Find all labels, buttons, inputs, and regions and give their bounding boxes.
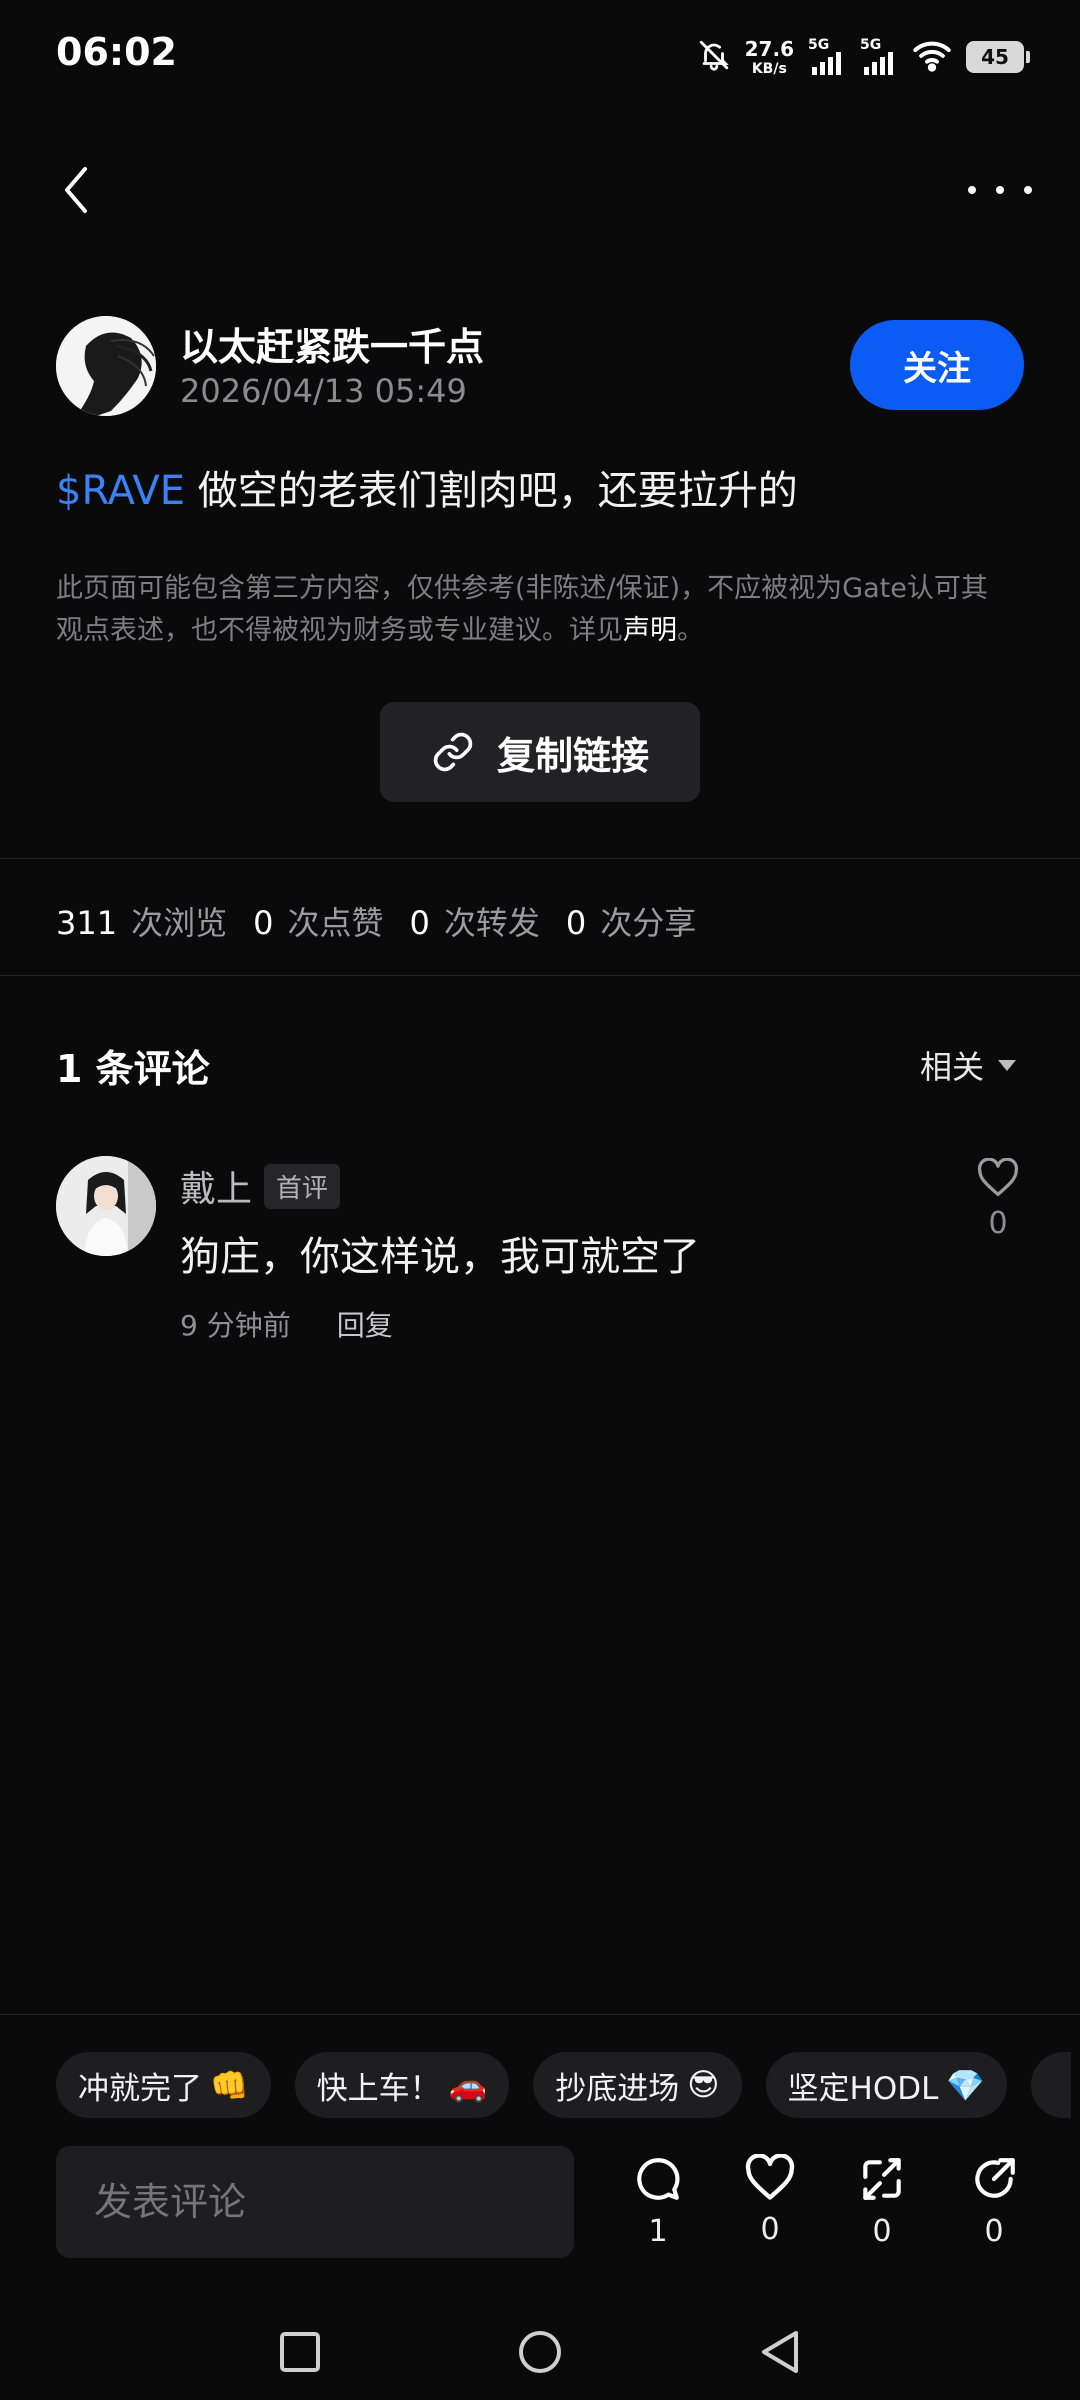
comments-title: 1 条评论 xyxy=(56,1047,210,1091)
reposts-count: 0 xyxy=(409,904,430,942)
share-action-button[interactable]: 0 xyxy=(964,2154,1024,2249)
comment-header: 戴上 首评 xyxy=(180,1160,341,1212)
system-navigation-bar xyxy=(0,2300,1080,2400)
follow-button[interactable]: 关注 xyxy=(850,320,1024,410)
nav-recents-icon xyxy=(280,2332,320,2372)
quick-reply-chip[interactable]: 快上车！ 🚗 xyxy=(294,2052,510,2118)
nav-home-button[interactable] xyxy=(510,2322,570,2382)
views-count: 311 xyxy=(56,904,118,942)
link-icon xyxy=(433,732,473,772)
sort-label: 相关 xyxy=(919,1048,984,1086)
signal-icon: 5G xyxy=(808,37,846,75)
nav-recents-button[interactable] xyxy=(270,2322,330,2382)
back-icon xyxy=(65,167,87,213)
repost-count: 0 xyxy=(872,2214,892,2249)
comment-like-button[interactable]: 0 xyxy=(976,1158,1020,1241)
comment-action-button[interactable]: 1 xyxy=(628,2154,688,2249)
wifi-icon xyxy=(912,38,952,76)
more-icon xyxy=(968,186,976,194)
back-button[interactable] xyxy=(52,160,100,220)
heart-icon xyxy=(745,2154,795,2200)
quick-reply-chip[interactable] xyxy=(1031,2052,1072,2118)
divider xyxy=(0,975,1080,976)
post-stats: 311 次浏览 0 次点赞 0 次转发 0 次分享 xyxy=(56,904,697,942)
battery-icon: 45 xyxy=(966,41,1030,73)
mute-bell-icon xyxy=(697,38,731,76)
quick-reply-chip[interactable]: 冲就完了 👊 xyxy=(56,2052,271,2118)
post-timestamp: 2026/04/13 05:49 xyxy=(180,372,467,410)
like-action-button[interactable]: 0 xyxy=(740,2154,800,2247)
comment-input[interactable] xyxy=(56,2146,574,2258)
reply-button[interactable]: 回复 xyxy=(337,1304,393,1344)
nav-back-button[interactable] xyxy=(750,2322,810,2382)
comment-count: 1 xyxy=(648,2214,668,2249)
post-content: $RAVE 做空的老表们割肉吧，还要拉升的 xyxy=(56,458,798,516)
like-count: 0 xyxy=(760,2212,780,2247)
status-bar: 06:02 27.6 KB/s 5G 5G 45 xyxy=(0,0,1080,110)
post-text: 做空的老表们割肉吧，还要拉升的 xyxy=(185,468,798,514)
repost-icon xyxy=(863,2158,901,2200)
first-comment-badge: 首评 xyxy=(264,1163,341,1209)
network-speed: 27.6 KB/s xyxy=(744,36,794,77)
comment-icon xyxy=(637,2158,680,2200)
disclaimer-link[interactable]: 声明 xyxy=(623,615,677,646)
author-avatar[interactable] xyxy=(56,316,156,416)
caret-down-icon xyxy=(998,1059,1016,1071)
divider xyxy=(0,858,1080,859)
share-count: 0 xyxy=(984,2214,1004,2249)
likes-count: 0 xyxy=(253,904,274,942)
comment-meta: 9 分钟前 回复 xyxy=(180,1304,393,1344)
share-icon xyxy=(975,2158,1015,2198)
more-button[interactable] xyxy=(968,175,1032,205)
status-time: 06:02 xyxy=(56,30,177,74)
sort-dropdown[interactable]: 相关 xyxy=(920,1042,1016,1088)
quick-reply-chip[interactable]: 坚定HODL 💎 xyxy=(765,2052,1008,2118)
repost-action-button[interactable]: 0 xyxy=(852,2154,912,2249)
heart-icon xyxy=(977,1158,1019,1196)
disclaimer: 此页面可能包含第三方内容，仅供参考(非陈述/保证)，不应被视为Gate认可其 观… xyxy=(56,573,988,646)
comment-text: 狗庄，你这样说，我可就空了 xyxy=(180,1234,700,1280)
quick-reply-chip[interactable]: 抄底进场 😎 xyxy=(533,2052,742,2118)
ticker-link[interactable]: $RAVE xyxy=(56,468,185,514)
status-icons: 27.6 KB/s 5G 5G 45 xyxy=(697,32,1030,82)
copy-link-button[interactable]: 复制链接 xyxy=(380,702,700,802)
copy-link-label: 复制链接 xyxy=(496,733,649,778)
nav-back-icon xyxy=(762,2331,798,2373)
author-name[interactable]: 以太赶紧跌一千点 xyxy=(180,316,484,371)
quick-replies: 冲就完了 👊 快上车！ 🚗 抄底进场 😎 坚定HODL 💎 xyxy=(56,2052,1072,2118)
nav-home-icon xyxy=(519,2331,561,2373)
commenter-name[interactable]: 戴上 xyxy=(180,1160,252,1212)
comment-like-count: 0 xyxy=(988,1206,1008,1241)
signal-icon: 5G xyxy=(860,37,898,75)
commenter-avatar[interactable] xyxy=(56,1156,156,1256)
shares-count: 0 xyxy=(565,904,587,942)
comment-time: 9 分钟前 xyxy=(180,1309,291,1342)
